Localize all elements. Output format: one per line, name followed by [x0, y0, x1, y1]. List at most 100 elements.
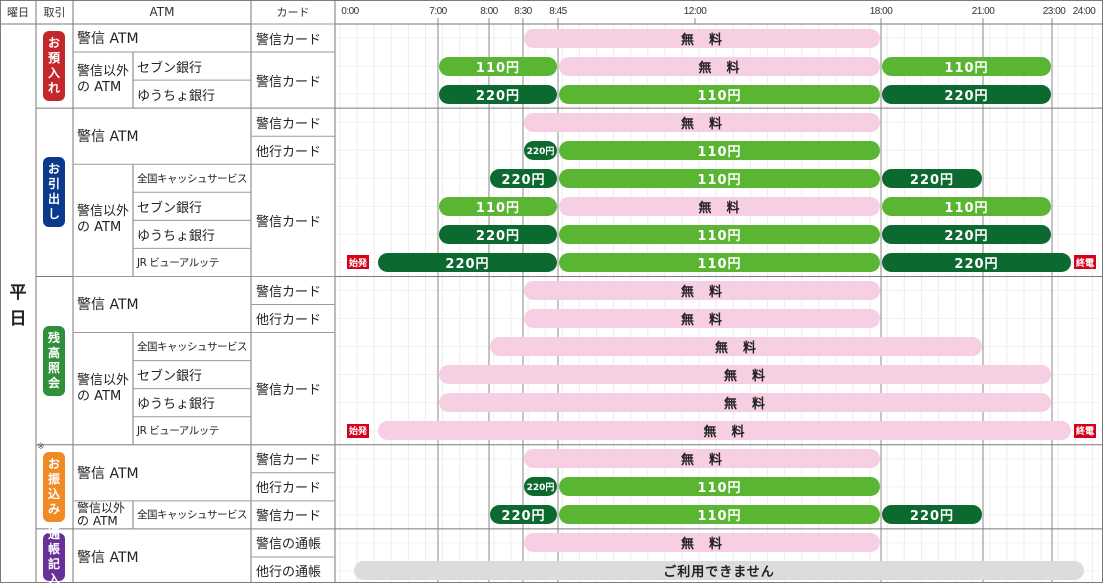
time-tick-label: 21:00 [971, 6, 995, 17]
card-type: 警信カード [256, 284, 322, 300]
atm-name-line: の ATM [77, 513, 118, 528]
atm-name-line: の ATM [77, 80, 122, 96]
card-type: 他行の通帳 [256, 565, 322, 581]
day-char-2: 日 [9, 308, 27, 329]
sub-atm-name: セブン銀行 [137, 200, 203, 216]
fee-bar-unavailable: ご利用できません [354, 561, 1084, 581]
sub-atm-name: ゆうちょ銀行 [137, 88, 216, 104]
atm-name: 警信 ATM [77, 31, 139, 48]
card-type: 警信カード [256, 383, 322, 399]
badge-char: み [47, 501, 60, 516]
fee-bar-fee220: 220円 [882, 252, 1071, 272]
time-tick-label: 8:00 [480, 6, 498, 17]
badge-char: 預 [47, 51, 60, 66]
atm-name: 警信以外の ATM [77, 164, 135, 276]
badge-char: 通 [47, 526, 60, 541]
sub-atm-name: ゆうちょ銀行 [137, 228, 216, 244]
header-card: カード [276, 6, 310, 19]
fee-bar-free: 無 料 [559, 56, 880, 76]
fee-bar-fee220: 220円 [490, 168, 557, 188]
badge-char: 会 [47, 375, 60, 390]
fee-bar-free: 無 料 [439, 393, 1051, 413]
card-type: 警信カード [256, 453, 322, 469]
fee-bar-fee110: 110円 [559, 505, 880, 525]
header-day: 曜日 [7, 6, 29, 19]
card-type: 警信の通帳 [256, 537, 322, 553]
day-char-1: 平 [9, 282, 27, 303]
badge-char: 帳 [47, 541, 60, 556]
card-type: 他行カード [256, 481, 322, 497]
fee-bar-fee110: 110円 [559, 168, 880, 188]
atm-name: 警信 ATM [77, 297, 139, 314]
fee-bar-fee110: 110円 [439, 196, 557, 216]
transaction-badge: お引出し [43, 157, 65, 228]
fee-bar-fee220: 220円 [882, 505, 982, 525]
fee-bar-fee110: 110円 [559, 477, 880, 497]
atm-name: 警信以外の ATM [77, 333, 135, 445]
badge-char: 高 [47, 345, 60, 360]
fee-bar-free: 無 料 [524, 112, 880, 132]
badge-char: 入 [47, 571, 60, 586]
atm-name-line: の ATM [77, 388, 122, 404]
sub-atm-name: 全国キャッシュサービス [137, 172, 248, 185]
fee-bar-fee220: 220円 [524, 140, 557, 160]
transaction-badge: お預入れ [43, 31, 65, 102]
first-train-marker: 始発 [347, 423, 370, 438]
badge-char: 出 [47, 192, 60, 207]
day-label: 平 日 [0, 24, 36, 587]
fee-bar-free: 無 料 [524, 309, 880, 329]
fee-bar-fee110: 110円 [559, 252, 880, 272]
atm-name: 警信 ATM [77, 549, 139, 566]
first-train-marker: 始発 [347, 255, 370, 270]
fee-bar-fee220: 220円 [882, 168, 982, 188]
badge-char: 残 [47, 330, 60, 345]
fee-bar-fee110: 110円 [559, 84, 880, 104]
fee-bar-free: 無 料 [524, 28, 880, 48]
sub-atm-name: 全国キャッシュサービス [137, 341, 248, 354]
sub-atm-name: ゆうちょ銀行 [137, 397, 216, 413]
badge-char: お [47, 162, 60, 177]
fee-bar-fee110: 110円 [882, 56, 1051, 76]
badge-char: 引 [47, 177, 60, 192]
fee-bar-fee220: 220円 [490, 505, 557, 525]
card-type: 警信カード [256, 214, 322, 230]
sub-atm-name: JR ビューアルッテ [137, 425, 219, 438]
time-tick-label: 23:00 [1042, 6, 1066, 17]
time-tick-label: 8:45 [549, 6, 567, 17]
transaction-badge: 残高照会 [43, 325, 65, 396]
atm-name-line: 警信以外 [77, 372, 130, 388]
last-train-marker: 終電 [1074, 423, 1097, 438]
fee-bar-fee220: 220円 [882, 224, 1051, 244]
fee-bar-fee220: 220円 [439, 84, 557, 104]
badge-char: し [47, 207, 60, 222]
fee-bar-fee110: 110円 [439, 56, 557, 76]
card-type: 警信カード [256, 116, 322, 132]
fee-bar-fee220: 220円 [439, 224, 557, 244]
atm-name: 警信以外の ATM [77, 52, 135, 108]
time-tick-label: 7:00 [429, 6, 447, 17]
atm-name-line: 警信以外 [77, 500, 126, 515]
header-transaction: 取引 [43, 6, 66, 19]
card-type: 警信カード [256, 509, 322, 525]
note-mark: ※ [37, 442, 45, 452]
fee-bar-free: 無 料 [559, 196, 880, 216]
atm-name: 警信 ATM [77, 465, 139, 482]
fee-bar-free: 無 料 [439, 365, 1051, 385]
card-type: 警信カード [256, 32, 322, 48]
fee-schedule-table: 曜日 取引 ATM カード 0:00 7:00 8:00 8:30 8:45 12:00 1… [0, 0, 1104, 587]
card-type: 警信カード [256, 74, 322, 90]
fee-bar-fee110: 110円 [882, 196, 1051, 216]
fee-bar-free: 無 料 [524, 533, 880, 553]
atm-name-line: 警信以外 [77, 64, 130, 80]
fee-bar-fee220: 220円 [524, 477, 557, 497]
badge-char: れ [47, 81, 60, 96]
badge-char: お [47, 36, 60, 51]
time-tick-label: 24:00 [1072, 6, 1096, 17]
badge-char: 振 [47, 471, 60, 486]
time-tick-label: 12:00 [683, 6, 707, 17]
transaction-badge: お振込み [43, 451, 65, 522]
fee-bar-free: 無 料 [378, 421, 1071, 441]
card-type: 他行カード [256, 313, 322, 329]
transaction-badge: 通帳記入 [43, 527, 65, 586]
badge-char: お [47, 456, 60, 471]
